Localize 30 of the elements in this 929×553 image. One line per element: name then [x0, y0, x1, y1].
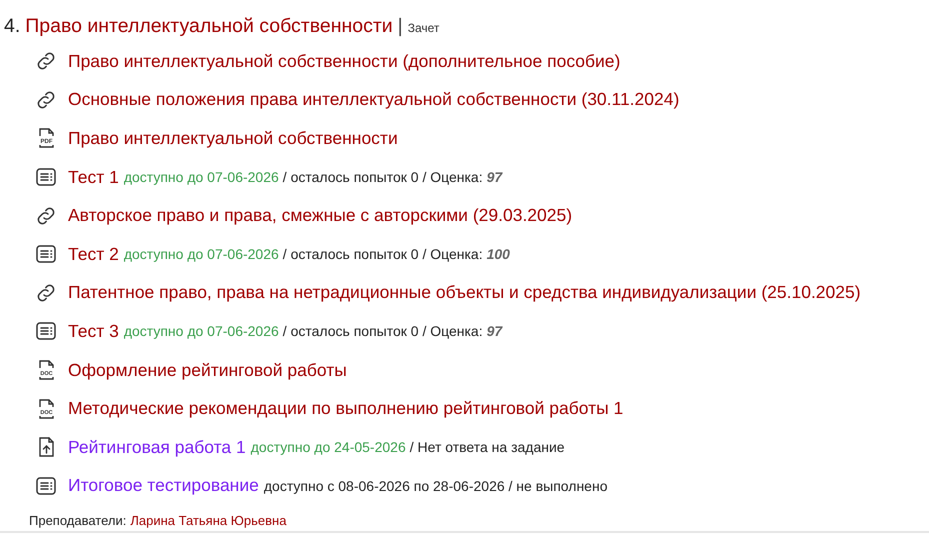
availability-text: доступно до 07-06-2026 — [124, 169, 279, 186]
grade-value: 97 — [486, 169, 502, 186]
section-number: 4. — [4, 15, 20, 38]
status-text: / осталось попыток 0 / Оценка: — [282, 169, 483, 186]
item-link[interactable]: Право интеллектуальной собственности — [68, 128, 398, 149]
section-title-link[interactable]: Право интеллектуальной собственности — [25, 15, 393, 38]
item-link[interactable]: Тест 3 — [68, 320, 119, 342]
status-text: доступно с 08-06-2026 по 28-06-2026 / не выполнено — [264, 478, 608, 494]
item-link[interactable]: Рейтинговая работа 1 — [68, 436, 246, 458]
status-text: / осталось попыток 0 / Оценка: — [282, 323, 483, 340]
item-link[interactable]: Патентное право, права на нетрадиционные объекты и средства индивидуализации (25.10.2025) — [68, 282, 861, 304]
availability-text: доступно до 24-05-2026 — [250, 439, 406, 456]
item-link[interactable]: Право интеллектуальной собственности (дополнительное пособие) — [68, 50, 620, 72]
item-link[interactable]: Основные положения права интеллектуальной собственности (30.11.2024) — [68, 89, 680, 110]
grade-value: 97 — [486, 323, 502, 340]
item-link[interactable]: Авторское право и права, смежные с авторскими (29.03.2025) — [68, 205, 572, 226]
teacher-link[interactable]: Ларина Татьяна Юрьевна — [130, 513, 286, 528]
status-text: / Нет ответа на задание — [410, 439, 565, 456]
availability-text: доступно до 07-06-2026 — [124, 323, 279, 340]
item-link[interactable]: Итоговое тестирование — [68, 475, 259, 496]
teachers-label: Преподаватели: — [29, 513, 126, 528]
availability-text: доступно до 07-06-2026 — [124, 246, 279, 262]
status-text: / осталось попыток 0 / Оценка: — [282, 246, 483, 262]
item-link[interactable]: Тест 2 — [68, 244, 119, 265]
grade-value: 100 — [486, 246, 510, 262]
item-link[interactable]: Тест 1 — [68, 166, 119, 188]
item-link[interactable]: Методические рекомендации по выполнению рейтинговой работы 1 — [68, 398, 624, 420]
assessment-label: Зачет — [408, 21, 440, 35]
item-link[interactable]: Оформление рейтинговой работы — [68, 360, 347, 381]
separator: | — [398, 15, 403, 38]
